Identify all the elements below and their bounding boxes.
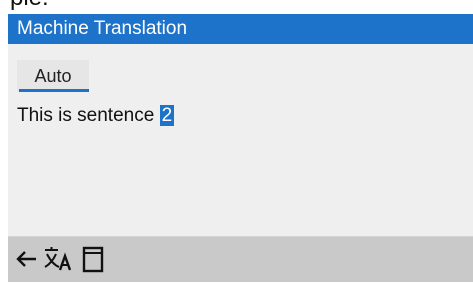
translated-sentence: This is sentence 2	[17, 104, 175, 128]
translate-icon[interactable]	[43, 245, 73, 273]
highlighted-word[interactable]: 2	[159, 105, 175, 126]
machine-translation-panel: Machine Translation Auto This is sentenc…	[8, 14, 473, 282]
tab-selected-indicator	[19, 89, 89, 92]
tab-bar: Auto	[8, 44, 473, 104]
copy-icon[interactable]	[80, 245, 106, 273]
bottom-toolbar	[8, 237, 473, 282]
tab-auto[interactable]: Auto	[17, 60, 89, 92]
panel-title: Machine Translation	[17, 18, 188, 39]
tab-auto-label: Auto	[34, 66, 72, 86]
panel-titlebar: Machine Translation	[8, 14, 473, 44]
caption-text: ple:	[10, 0, 49, 12]
caption-fragment: ple:	[0, 0, 473, 14]
sentence-text: This is sentence	[17, 105, 160, 126]
back-arrow-icon[interactable]	[15, 245, 41, 273]
translation-output[interactable]: This is sentence 2	[8, 104, 473, 236]
